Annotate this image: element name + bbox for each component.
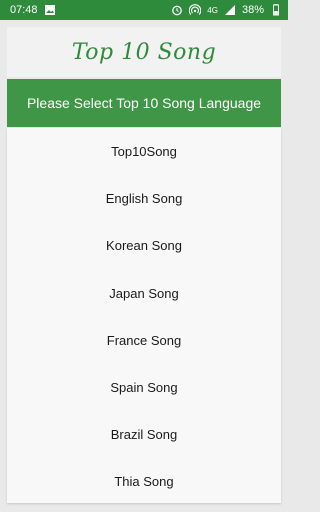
list-item-english-song[interactable]: English Song — [7, 175, 281, 222]
battery-percent: 38% — [241, 4, 264, 16]
list-item-spain-song[interactable]: Spain Song — [7, 364, 281, 411]
list-item-korean-song[interactable]: Korean Song — [7, 222, 281, 269]
banner-text: Please Select Top 10 Song Language — [26, 95, 262, 111]
status-left: 07:48 — [10, 4, 56, 16]
list-item-top10song[interactable]: Top10Song — [7, 128, 281, 175]
alarm-icon — [171, 4, 183, 16]
language-list: Top10Song English Song Korean Song Japan… — [7, 128, 281, 503]
app-title: Top 10 Song — [71, 39, 217, 65]
list-item-label: English Song — [105, 191, 183, 207]
list-item-label: Japan Song — [109, 285, 179, 301]
status-bar: 07:48 4G 38% — [0, 0, 288, 20]
list-item-label: Brazil Song — [110, 427, 178, 443]
status-time: 07:48 — [10, 4, 38, 16]
app-header: Top 10 Song — [7, 27, 281, 77]
list-item-label: Thia Song — [114, 474, 174, 490]
list-item-label: Top10Song — [111, 144, 177, 160]
signal-icon — [224, 4, 236, 16]
list-item-label: Korean Song — [106, 238, 182, 254]
language-prompt-banner: Please Select Top 10 Song Language — [7, 79, 281, 127]
battery-icon — [270, 4, 282, 16]
status-right: 4G 38% — [171, 4, 282, 16]
list-item-japan-song[interactable]: Japan Song — [7, 270, 281, 317]
list-item-brazil-song[interactable]: Brazil Song — [7, 411, 281, 458]
list-item-france-song[interactable]: France Song — [7, 317, 281, 364]
list-item-label: France Song — [106, 332, 182, 348]
network-type: 4G — [207, 5, 218, 15]
image-icon — [44, 4, 56, 16]
list-item-label: Spain Song — [110, 380, 178, 396]
hotspot-icon — [189, 4, 202, 16]
list-item-thia-song[interactable]: Thia Song — [7, 458, 281, 505]
